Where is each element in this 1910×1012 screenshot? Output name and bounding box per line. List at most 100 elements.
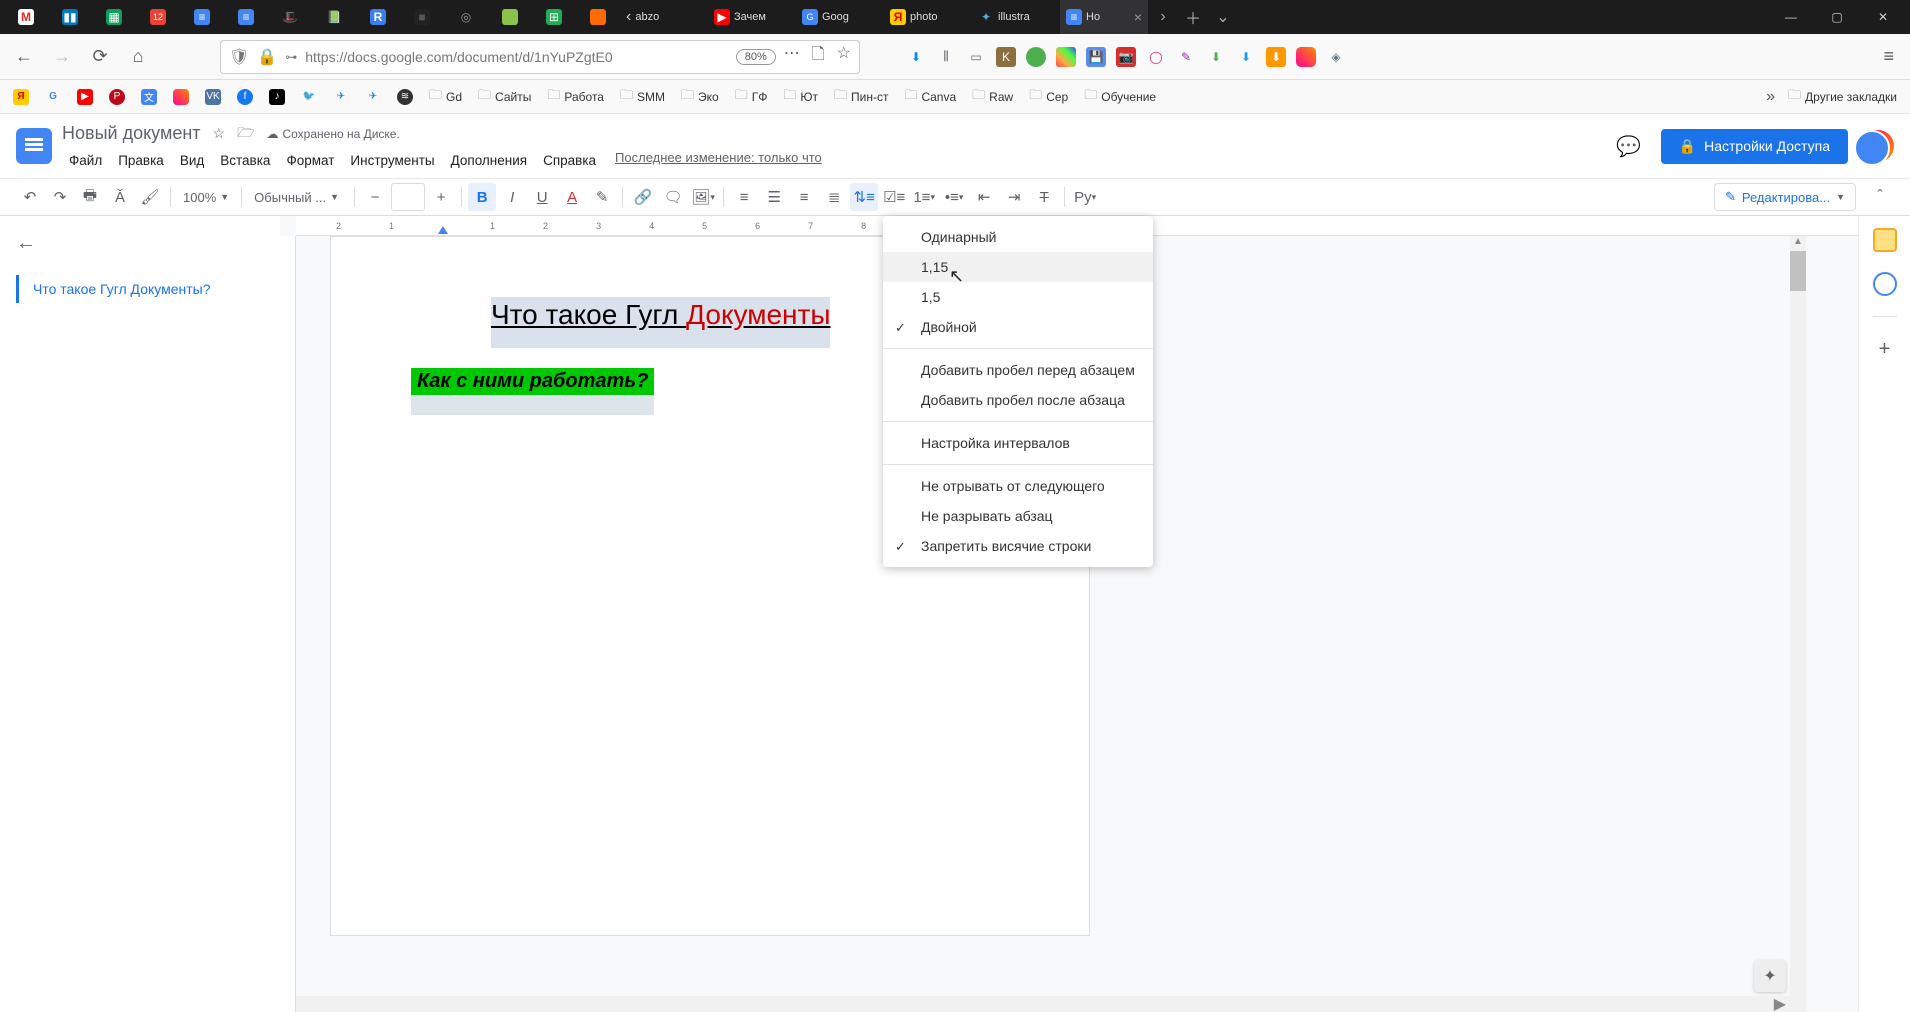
library-icon[interactable]: ⫼ bbox=[936, 47, 956, 67]
highlight-button[interactable]: ✎ bbox=[588, 183, 616, 211]
input-tools-button[interactable]: Ру▾ bbox=[1071, 183, 1099, 211]
close-icon[interactable]: × bbox=[1134, 9, 1142, 25]
collapse-toolbar-button[interactable]: ˆ bbox=[1866, 183, 1894, 211]
align-left-button[interactable]: ≡ bbox=[730, 183, 758, 211]
nav-back[interactable]: ← bbox=[8, 41, 40, 73]
bm-youtube[interactable]: ▶ bbox=[72, 86, 98, 108]
explore-button[interactable]: ✦ bbox=[1754, 960, 1786, 992]
window-maximize[interactable]: ▢ bbox=[1814, 0, 1860, 34]
star-icon[interactable]: ☆ bbox=[213, 125, 226, 142]
menu-addons[interactable]: Дополнения bbox=[444, 150, 534, 171]
ext-camera-icon[interactable]: 📷 bbox=[1116, 47, 1136, 67]
window-minimize[interactable]: — bbox=[1768, 0, 1814, 34]
tab-google[interactable]: GGoog bbox=[796, 0, 884, 34]
spellcheck-button[interactable]: Ǎ bbox=[106, 183, 134, 211]
indent-inc-button[interactable]: ⇥ bbox=[1000, 183, 1028, 211]
indent-marker-icon[interactable] bbox=[438, 226, 448, 234]
tab-orange[interactable] bbox=[576, 0, 620, 34]
zoom-select[interactable]: 100%▼ bbox=[177, 190, 235, 205]
tab-grid[interactable]: ⊞ bbox=[532, 0, 576, 34]
subheading-text[interactable]: Как с ними работать? bbox=[411, 368, 654, 395]
bm-telegram[interactable]: ✈ bbox=[328, 86, 354, 108]
add-comment-button[interactable]: 🗨 bbox=[659, 183, 687, 211]
align-justify-button[interactable]: ≣ bbox=[820, 183, 848, 211]
custom-spacing[interactable]: Настройка интервалов bbox=[883, 428, 1153, 458]
tabs-dropdown[interactable]: ⌄ bbox=[1208, 7, 1238, 27]
bm-google[interactable]: G bbox=[40, 86, 66, 108]
bm-folder-canva[interactable]: 🗀Canva bbox=[899, 83, 961, 111]
bm-folder-gf[interactable]: 🗀ГФ bbox=[730, 83, 773, 111]
print-button[interactable]: 🖶 bbox=[76, 183, 104, 211]
tab-trello[interactable]: ▮▮ bbox=[48, 0, 92, 34]
font-size-dec[interactable]: − bbox=[361, 183, 389, 211]
outline-item-1[interactable]: Что такое Гугл Документы? bbox=[16, 275, 264, 303]
ext-adblock-icon[interactable] bbox=[1026, 47, 1046, 67]
style-select[interactable]: Обычный ...▼ bbox=[248, 190, 348, 205]
keep-sidepanel-icon[interactable] bbox=[1873, 272, 1897, 296]
ext-grid-icon[interactable] bbox=[1056, 47, 1076, 67]
ext-donut-icon[interactable]: ◯ bbox=[1146, 47, 1166, 67]
docs-logo-icon[interactable] bbox=[16, 128, 52, 164]
font-size-inc[interactable]: + bbox=[427, 183, 455, 211]
bm-folder-ser[interactable]: 🗀Сер bbox=[1024, 83, 1073, 111]
ext-k-icon[interactable]: K bbox=[996, 47, 1016, 67]
bm-vk[interactable]: VK bbox=[200, 86, 226, 108]
vertical-ruler[interactable] bbox=[280, 236, 296, 1012]
tab-doc2[interactable]: ≡ bbox=[224, 0, 268, 34]
ext-down-green-icon[interactable]: ⬇ bbox=[1206, 47, 1226, 67]
tab-dark[interactable]: ■ bbox=[400, 0, 444, 34]
ext-instagram-icon[interactable] bbox=[1296, 47, 1316, 67]
spacing-single[interactable]: Одинарный bbox=[883, 222, 1153, 252]
bm-folder-yt[interactable]: 🗀Ют bbox=[778, 83, 823, 111]
spacing-1-15[interactable]: 1,15 bbox=[883, 252, 1153, 282]
spacing-1-5[interactable]: 1,5 bbox=[883, 282, 1153, 312]
bm-overflow-icon[interactable]: » bbox=[1766, 88, 1775, 106]
horizontal-scrollbar[interactable]: ▶ bbox=[296, 996, 1790, 1012]
menu-edit[interactable]: Правка bbox=[111, 150, 171, 171]
heading-text[interactable]: Что такое Гугл Документы bbox=[491, 300, 830, 331]
url-box[interactable]: 🛡 🔒 ⊶ https://docs.google.com/document/d… bbox=[220, 40, 860, 74]
tabs-scroll-right[interactable]: › bbox=[1148, 8, 1178, 26]
bm-folder-gd[interactable]: 🗀Gd bbox=[424, 83, 467, 111]
reader-ext-icon[interactable]: ▭ bbox=[966, 47, 986, 67]
ext-picker-icon[interactable]: ✎ bbox=[1176, 47, 1196, 67]
url-text[interactable]: https://docs.google.com/document/d/1nYuP… bbox=[305, 49, 728, 65]
bm-folder-work[interactable]: 🗀Работа bbox=[542, 83, 609, 111]
checklist-button[interactable]: ☑≡ bbox=[880, 183, 908, 211]
undo-button[interactable]: ↶ bbox=[16, 183, 44, 211]
bm-instagram[interactable] bbox=[168, 86, 194, 108]
ext-layers-icon[interactable]: ◈ bbox=[1326, 47, 1346, 67]
bm-tiktok[interactable]: ♪ bbox=[264, 86, 290, 108]
ext-down-orange-icon[interactable]: ⬇ bbox=[1266, 47, 1286, 67]
bookmark-star-icon[interactable]: ☆ bbox=[837, 43, 851, 70]
bm-circle[interactable]: ≋ bbox=[392, 86, 418, 108]
comments-button[interactable]: 💬 bbox=[1611, 128, 1647, 164]
bold-button[interactable]: B bbox=[468, 183, 496, 211]
bm-folder-pinst[interactable]: 🗀Пин-ст bbox=[829, 83, 893, 111]
document-title[interactable]: Новый документ bbox=[62, 123, 201, 144]
permissions-icon[interactable]: ⊶ bbox=[285, 50, 297, 64]
prevent-widows[interactable]: ✓Запретить висячие строки bbox=[883, 531, 1153, 561]
tab-yandex-photo[interactable]: Яphoto bbox=[884, 0, 972, 34]
bm-telegram2[interactable]: ✈ bbox=[360, 86, 386, 108]
numbered-list-button[interactable]: 1≡▾ bbox=[910, 183, 938, 211]
bm-other-bookmarks[interactable]: 🗀Другие закладки bbox=[1783, 83, 1902, 111]
tab-swirl[interactable]: ◎ bbox=[444, 0, 488, 34]
tab-green[interactable] bbox=[488, 0, 532, 34]
new-tab-button[interactable]: ＋ bbox=[1178, 5, 1208, 29]
menu-insert[interactable]: Вставка bbox=[213, 150, 277, 171]
line-spacing-button[interactable]: ⇅≡ bbox=[850, 183, 878, 211]
tab-illustra[interactable]: ✦illustra bbox=[972, 0, 1060, 34]
menu-tools[interactable]: Инструменты bbox=[343, 150, 441, 171]
bm-folder-edu[interactable]: 🗀Обучение bbox=[1079, 83, 1161, 111]
underline-button[interactable]: U bbox=[528, 183, 556, 211]
menu-file[interactable]: Файл bbox=[62, 150, 109, 171]
clear-format-button[interactable]: T bbox=[1030, 183, 1058, 211]
bm-folder-sites[interactable]: 🗀Сайты bbox=[473, 83, 536, 111]
shield-icon[interactable]: 🛡 bbox=[229, 47, 249, 67]
bm-twitter[interactable]: 🐦 bbox=[296, 86, 322, 108]
insert-image-button[interactable]: 🖼▾ bbox=[689, 183, 717, 211]
space-after-paragraph[interactable]: Добавить пробел после абзаца bbox=[883, 385, 1153, 415]
add-sidepanel-icon[interactable]: + bbox=[1873, 337, 1897, 361]
keep-with-next[interactable]: Не отрывать от следующего bbox=[883, 471, 1153, 501]
